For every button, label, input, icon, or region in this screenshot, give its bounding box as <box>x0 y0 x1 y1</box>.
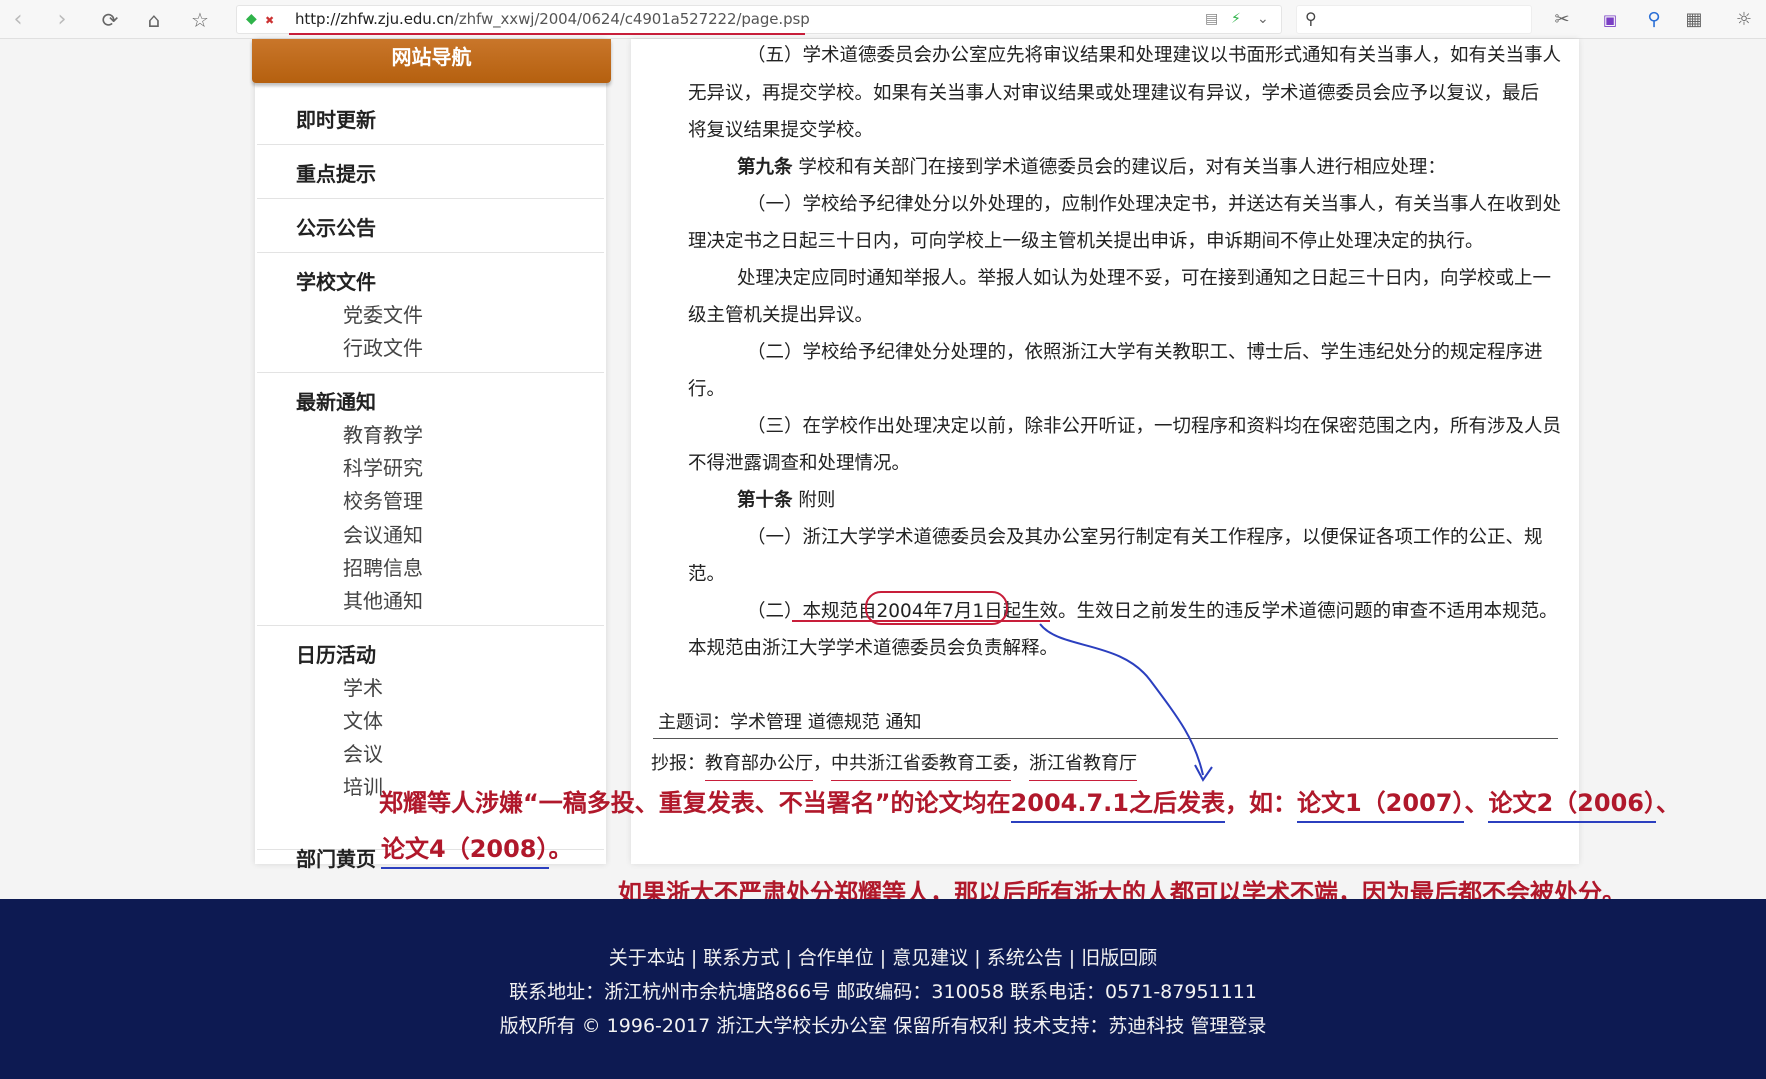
footer-links[interactable]: 关于本站 | 联系方式 | 合作单位 | 意见建议 | 系统公告 | 旧版回顾 <box>0 943 1766 970</box>
arrow-head <box>1194 764 1213 782</box>
paper-1: 论文1（2007） <box>1296 789 1465 823</box>
arrow-line <box>1039 623 1204 776</box>
paper-2: 论文2（2006） <box>1488 789 1656 823</box>
annotation-date: 2004.7.1之后发表 <box>1010 789 1225 823</box>
footer-address: 联系地址：浙江杭州市余杭塘路866号 邮政编码：310058 联系电话：0571… <box>509 981 1257 1003</box>
annotation-line-1: 郑耀等人涉嫌“一稿多投、重复发表、不当署名”的论文均在2004.7.1之后发表，… <box>379 783 1680 823</box>
site-footer: 关于本站 | 联系方式 | 合作单位 | 意见建议 | 系统公告 | 旧版回顾 … <box>0 899 1766 1079</box>
annotation-line-2: 论文4（2008）。 <box>381 829 573 869</box>
footer-copyright: 版权所有 © 1996-2017 浙江大学校长办公室 保留所有权利 技术支持：苏… <box>499 1015 1267 1037</box>
paper-4: 论文4（2008） <box>381 835 549 869</box>
